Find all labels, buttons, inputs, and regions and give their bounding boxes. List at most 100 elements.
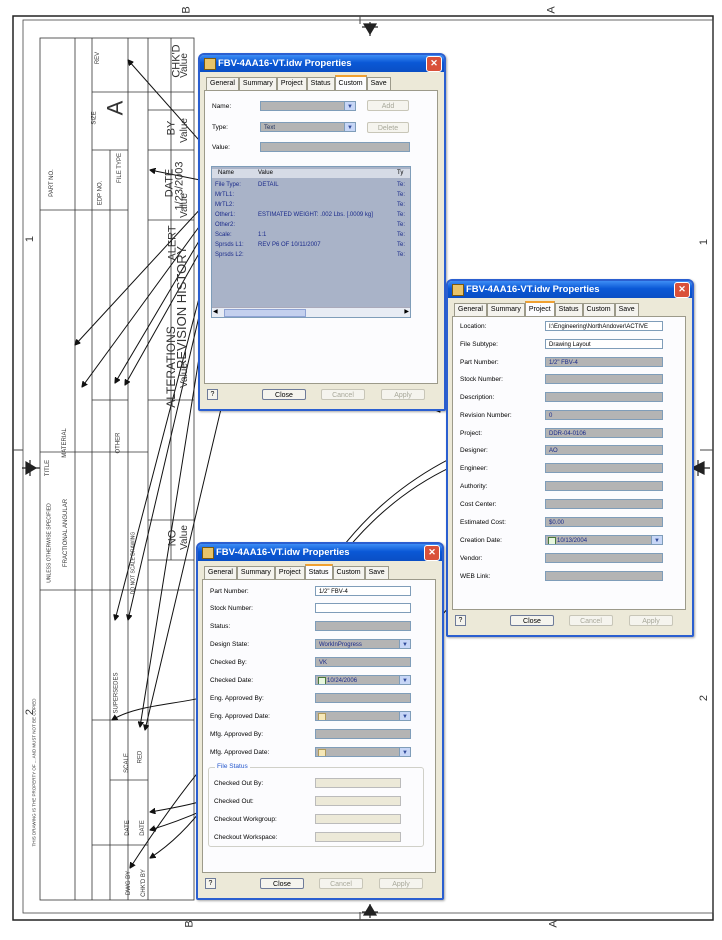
mfg-approved-date-picker[interactable]: ▼ xyxy=(315,747,411,757)
status-field[interactable] xyxy=(315,621,411,631)
tab-summary[interactable]: Summary xyxy=(486,303,525,316)
dialog-title-bar[interactable]: FBV-4AA16-VT.idw Properties ✕ xyxy=(200,55,444,72)
tab-summary[interactable]: Summary xyxy=(238,77,277,90)
close-button[interactable]: Close xyxy=(260,878,304,889)
tab-status[interactable]: Status xyxy=(306,77,335,90)
chevron-down-icon[interactable]: ▼ xyxy=(651,536,662,544)
tab-status[interactable]: Status xyxy=(554,303,583,316)
stock-number-field[interactable] xyxy=(315,603,411,613)
tab-custom[interactable]: Custom xyxy=(582,303,615,316)
tab-project[interactable]: Project xyxy=(524,301,555,317)
tab-general[interactable]: General xyxy=(454,303,487,316)
engineer-field[interactable] xyxy=(545,463,663,473)
cancel-button[interactable]: Cancel xyxy=(319,878,363,889)
tab-save[interactable]: Save xyxy=(614,303,639,316)
location-field[interactable]: I:\Engineering\NorthAndover\ACTIVE xyxy=(545,321,663,331)
checkout-workspace-field[interactable] xyxy=(315,832,401,842)
help-button[interactable]: ? xyxy=(205,878,216,889)
checkout-workgroup-field[interactable] xyxy=(315,814,401,824)
value-field[interactable] xyxy=(260,142,410,152)
grid-header-type[interactable]: Ty xyxy=(397,169,403,178)
tab-custom[interactable]: Custom xyxy=(334,75,367,91)
apply-button[interactable]: Apply xyxy=(381,389,425,400)
type-combo[interactable]: Text ▼ xyxy=(260,122,356,132)
grid-row[interactable]: Sprsds L2: Te: xyxy=(212,251,410,260)
custom-properties-grid[interactable]: Name Value Ty File Type: DETAIL Te: MrTL… xyxy=(211,166,411,318)
tab-project[interactable]: Project xyxy=(274,566,305,579)
delete-button[interactable]: Delete xyxy=(367,122,409,133)
tab-project[interactable]: Project xyxy=(276,77,307,90)
grid-row[interactable]: Other1: ESTIMATED WEIGHT: .002 Lbs. [.00… xyxy=(212,211,410,220)
cancel-button[interactable]: Cancel xyxy=(569,615,613,626)
properties-dialog-project: FBV-4AA16-VT.idw Properties ✕ General Su… xyxy=(446,279,694,637)
mfg-approved-by-field[interactable] xyxy=(315,729,411,739)
close-icon[interactable]: ✕ xyxy=(424,545,440,561)
web-link-field[interactable] xyxy=(545,571,663,581)
scroll-right-icon[interactable]: ▶ xyxy=(404,308,409,315)
tab-save[interactable]: Save xyxy=(366,77,391,90)
dialog-title-bar[interactable]: FBV-4AA16-VT.idw Properties ✕ xyxy=(448,281,692,298)
checkbox-unchecked-icon[interactable] xyxy=(318,749,326,756)
cost-center-field[interactable] xyxy=(545,499,663,509)
checked-out-by-field[interactable] xyxy=(315,778,401,788)
chevron-down-icon[interactable]: ▼ xyxy=(344,102,355,110)
close-button[interactable]: Close xyxy=(262,389,306,400)
checkbox-unchecked-icon[interactable] xyxy=(318,713,326,720)
eng-approved-by-field[interactable] xyxy=(315,693,411,703)
grid-header-value[interactable]: Value xyxy=(258,169,273,178)
close-button[interactable]: Close xyxy=(510,615,554,626)
file-subtype-field[interactable]: Drawing Layout xyxy=(545,339,663,349)
authority-field[interactable] xyxy=(545,481,663,491)
grid-row[interactable]: MrTL1: Te: xyxy=(212,191,410,200)
scroll-left-icon[interactable]: ◀ xyxy=(213,308,218,315)
tab-general[interactable]: General xyxy=(206,77,239,90)
horizontal-scrollbar[interactable]: ◀ ▶ xyxy=(212,307,410,317)
designer-field[interactable]: AO xyxy=(545,445,663,455)
help-button[interactable]: ? xyxy=(455,615,466,626)
tab-general[interactable]: General xyxy=(204,566,237,579)
chevron-down-icon[interactable]: ▼ xyxy=(344,123,355,131)
revision-number-field[interactable]: 0 xyxy=(545,410,663,420)
help-button[interactable]: ? xyxy=(207,389,218,400)
vendor-field[interactable] xyxy=(545,553,663,563)
apply-button[interactable]: Apply xyxy=(379,878,423,889)
creation-date-picker[interactable]: 10/13/2004 ▼ xyxy=(545,535,663,545)
grid-row[interactable]: Scale: 1:1 Te: xyxy=(212,231,410,240)
file-status-legend: File Status xyxy=(215,763,250,770)
close-icon[interactable]: ✕ xyxy=(426,56,442,72)
dialog-title-bar[interactable]: FBV-4AA16-VT.idw Properties ✕ xyxy=(198,544,442,561)
name-combo[interactable]: ▼ xyxy=(260,101,356,111)
tab-status[interactable]: Status xyxy=(304,564,333,580)
grid-row[interactable]: MrTL2: Te: xyxy=(212,201,410,210)
properties-dialog-custom: FBV-4AA16-VT.idw Properties ✕ General Su… xyxy=(198,53,446,411)
design-state-dropdown[interactable]: WorkInProgress ▼ xyxy=(315,639,411,649)
tab-custom[interactable]: Custom xyxy=(332,566,365,579)
checked-date-picker[interactable]: 10/24/2006 ▼ xyxy=(315,675,411,685)
part-number-field[interactable]: 1/2" FBV-4 xyxy=(545,357,663,367)
part-number-field[interactable]: 1/2" FBV-4 xyxy=(315,586,411,596)
grid-row[interactable]: File Type: DETAIL Te: xyxy=(212,181,410,190)
apply-button[interactable]: Apply xyxy=(629,615,673,626)
chevron-down-icon[interactable]: ▼ xyxy=(399,748,410,756)
eng-approved-date-picker[interactable]: ▼ xyxy=(315,711,411,721)
checked-out-field[interactable] xyxy=(315,796,401,806)
description-field[interactable] xyxy=(545,392,663,402)
checked-by-field[interactable]: VK xyxy=(315,657,411,667)
grid-row[interactable]: Other2: Te: xyxy=(212,221,410,230)
tab-save[interactable]: Save xyxy=(364,566,389,579)
scroll-thumb[interactable] xyxy=(224,309,306,317)
stock-number-field[interactable] xyxy=(545,374,663,384)
project-field[interactable]: DDR-04-0106 xyxy=(545,428,663,438)
tab-summary[interactable]: Summary xyxy=(236,566,275,579)
add-button[interactable]: Add xyxy=(367,100,409,111)
close-icon[interactable]: ✕ xyxy=(674,282,690,298)
checkbox-checked-icon[interactable] xyxy=(318,677,326,684)
chevron-down-icon[interactable]: ▼ xyxy=(399,676,410,684)
grid-header-name[interactable]: Name xyxy=(218,169,234,178)
chevron-down-icon[interactable]: ▼ xyxy=(399,712,410,720)
estimated-cost-field[interactable]: $0.00 xyxy=(545,517,663,527)
grid-row[interactable]: Sprsds L1: REV P6 OF 10/11/2007 Te: xyxy=(212,241,410,250)
cancel-button[interactable]: Cancel xyxy=(321,389,365,400)
checkbox-checked-icon[interactable] xyxy=(548,537,556,544)
chevron-down-icon[interactable]: ▼ xyxy=(399,640,410,648)
